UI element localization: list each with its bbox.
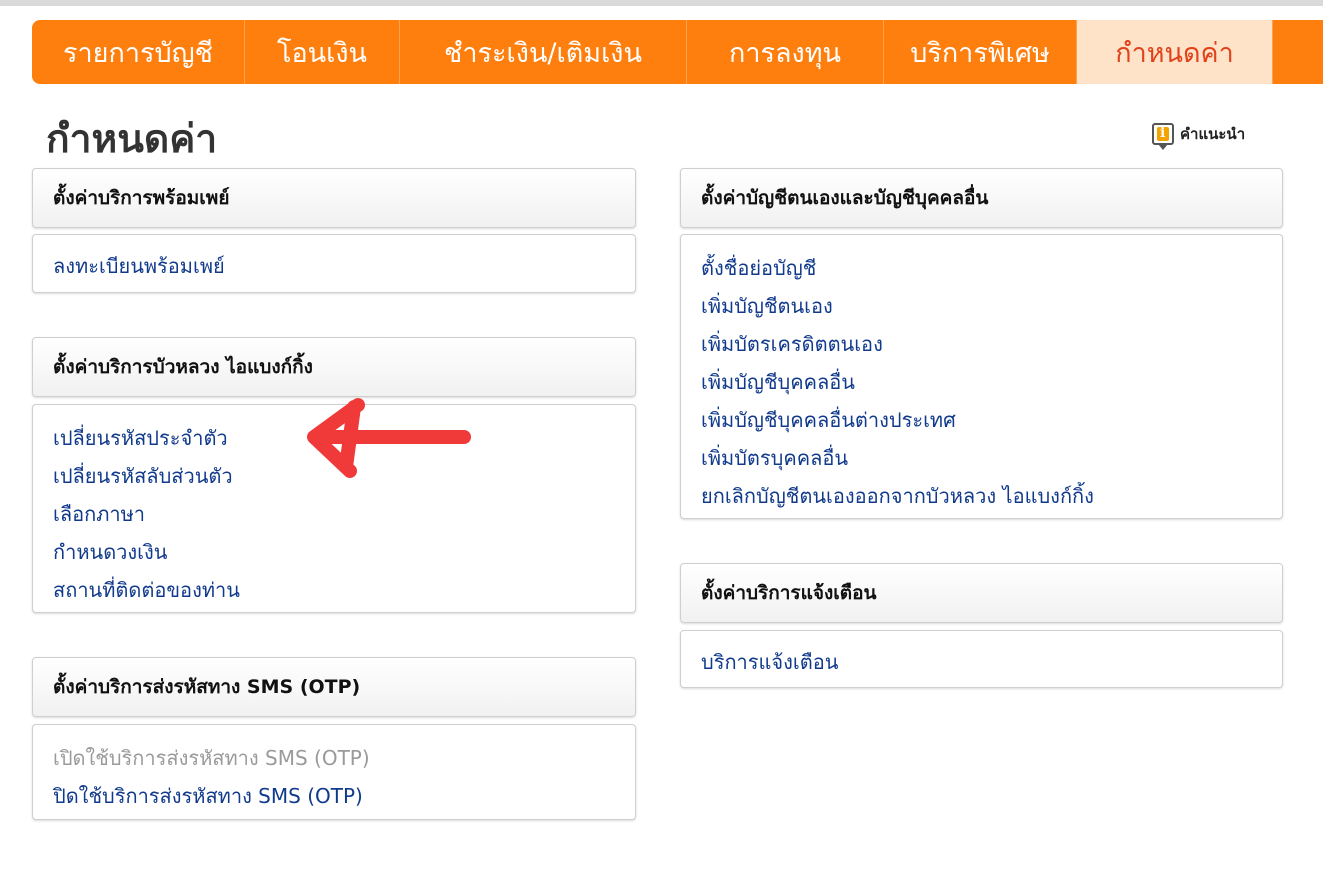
nav-tab-settings[interactable]: กำหนดค่า [1077, 20, 1273, 84]
section-header-otp: ตั้งค่าบริการส่งรหัสทาง SMS (OTP) [32, 657, 636, 717]
link-add-third-party-account[interactable]: เพิ่มบัญชีบุคคลอื่น [701, 363, 1282, 401]
section-body-promptpay: ลงทะเบียนพร้อมเพย์ [32, 234, 636, 293]
link-account-nickname[interactable]: ตั้งชื่อย่อบัญชี [701, 249, 1282, 287]
section-header-ibanking: ตั้งค่าบริการบัวหลวง ไอแบงก์กิ้ง [32, 337, 636, 397]
section-body-otp: เปิดใช้บริการส่งรหัสทาง SMS (OTP) ปิดใช้… [32, 724, 636, 820]
link-select-language[interactable]: เลือกภาษา [53, 495, 635, 533]
main-nav: รายการบัญชี โอนเงิน ชำระเงิน/เติมเงิน กา… [32, 20, 1323, 84]
link-add-own-credit-card[interactable]: เพิ่มบัตรเครดิตตนเอง [701, 325, 1282, 363]
link-remove-own-account[interactable]: ยกเลิกบัญชีตนเองออกจากบัวหลวง ไอแบงก์กิ้… [701, 477, 1282, 515]
nav-tab-transfer[interactable]: โอนเงิน [245, 20, 400, 84]
link-disable-otp[interactable]: ปิดใช้บริการส่งรหัสทาง SMS (OTP) [53, 777, 635, 815]
nav-tab-account-list[interactable]: รายการบัญชี [32, 20, 245, 84]
help-link[interactable]: คำแนะนำ [1152, 122, 1246, 150]
annotation-arrow-icon [307, 398, 471, 478]
nav-tab-investment[interactable]: การลงทุน [687, 20, 884, 84]
top-border-line [0, 0, 1323, 6]
link-alert-service[interactable]: บริการแจ้งเตือน [701, 643, 1282, 681]
section-header-accounts: ตั้งค่าบัญชีตนเองและบัญชีบุคคลอื่น [680, 168, 1283, 228]
link-set-limit[interactable]: กำหนดวงเงิน [53, 533, 635, 571]
section-body-accounts: ตั้งชื่อย่อบัญชี เพิ่มบัญชีตนเอง เพิ่มบั… [680, 234, 1283, 519]
nav-tab-special-services[interactable]: บริการพิเศษ [884, 20, 1077, 84]
nav-tab-payment-topup[interactable]: ชำระเงิน/เติมเงิน [400, 20, 687, 84]
section-header-alerts: ตั้งค่าบริการแจ้งเตือน [680, 563, 1283, 623]
link-contact-address[interactable]: สถานที่ติดต่อของท่าน [53, 571, 635, 609]
section-header-promptpay: ตั้งค่าบริการพร้อมเพย์ [32, 168, 636, 228]
link-register-promptpay[interactable]: ลงทะเบียนพร้อมเพย์ [53, 247, 635, 285]
link-add-own-account[interactable]: เพิ่มบัญชีตนเอง [701, 287, 1282, 325]
nav-filler [1273, 20, 1323, 84]
section-body-alerts: บริการแจ้งเตือน [680, 630, 1283, 688]
info-icon [1152, 123, 1174, 150]
link-add-overseas-account[interactable]: เพิ่มบัญชีบุคคลอื่นต่างประเทศ [701, 401, 1282, 439]
page-title: กำหนดค่า [46, 117, 218, 162]
help-label: คำแนะนำ [1180, 125, 1246, 143]
link-add-third-party-card[interactable]: เพิ่มบัตรบุคคลอื่น [701, 439, 1282, 477]
link-enable-otp: เปิดใช้บริการส่งรหัสทาง SMS (OTP) [53, 746, 370, 770]
